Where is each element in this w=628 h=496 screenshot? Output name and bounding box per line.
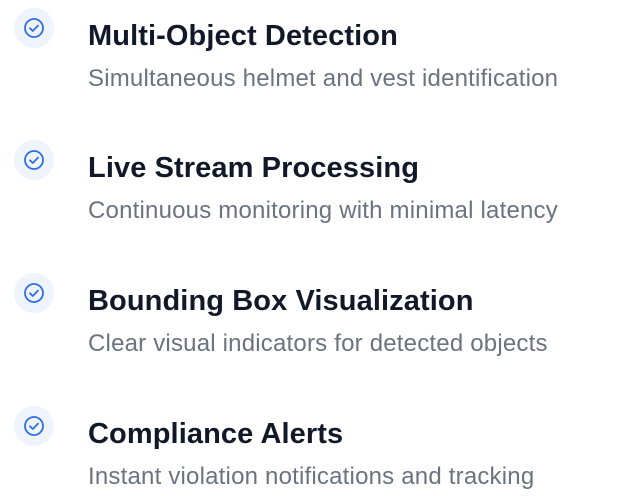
check-circle-icon xyxy=(14,8,54,48)
check-circle-icon xyxy=(14,140,54,180)
feature-title: Compliance Alerts xyxy=(88,418,344,450)
feature-description: Clear visual indicators for detected obj… xyxy=(88,330,548,357)
feature-item-multi-object-detection: Multi-Object Detection Simultaneous helm… xyxy=(0,0,628,100)
feature-title: Bounding Box Visualization xyxy=(88,285,474,317)
feature-item-bounding-box-visualization: Bounding Box Visualization Clear visual … xyxy=(0,265,628,365)
feature-list: Multi-Object Detection Simultaneous helm… xyxy=(0,0,628,496)
feature-description: Simultaneous helmet and vest identificat… xyxy=(88,65,559,92)
feature-description: Continuous monitoring with minimal laten… xyxy=(88,197,558,224)
feature-item-compliance-alerts: Compliance Alerts Instant violation noti… xyxy=(0,398,628,496)
feature-title: Multi-Object Detection xyxy=(88,20,398,52)
check-circle-icon xyxy=(14,406,54,446)
feature-description: Instant violation notifications and trac… xyxy=(88,463,535,490)
check-circle-icon xyxy=(14,273,54,313)
feature-title: Live Stream Processing xyxy=(88,152,420,184)
feature-item-live-stream-processing: Live Stream Processing Continuous monito… xyxy=(0,132,628,232)
